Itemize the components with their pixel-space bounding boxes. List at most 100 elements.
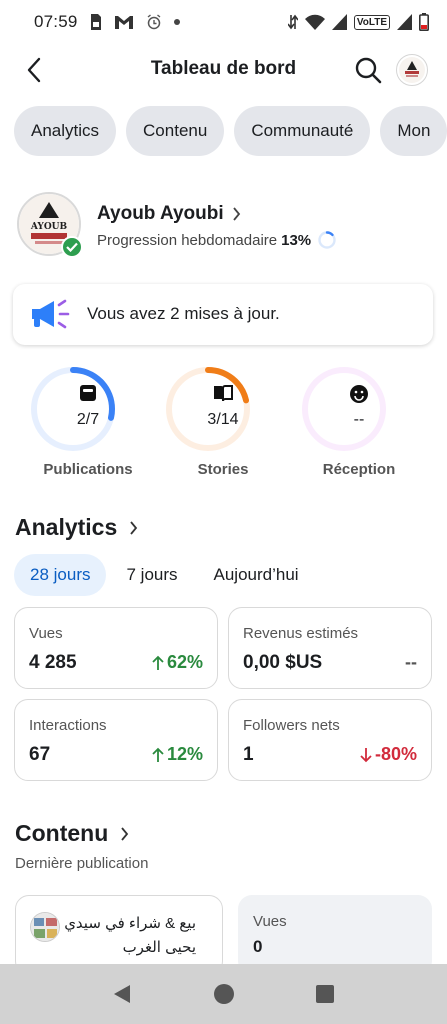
check-icon [66, 242, 78, 252]
metric-card-views[interactable]: Vues 4 285 62% [14, 607, 218, 689]
ring-stories[interactable]: 3/14 Stories [148, 364, 298, 484]
metric-change: 62% [152, 652, 203, 673]
status-time: 07:59 [34, 12, 78, 31]
tab-communaute[interactable]: Communauté [234, 106, 371, 156]
book-icon [148, 384, 298, 402]
chevron-right-icon [232, 207, 240, 221]
document-icon [13, 384, 163, 402]
metric-card-revenue[interactable]: Revenus estimés 0,00 $US -- [228, 607, 432, 689]
metric-change-value: -- [405, 652, 417, 672]
sim-card-icon [90, 13, 102, 31]
views-label: Vues [253, 913, 287, 930]
wifi-icon [304, 14, 325, 30]
metric-change-value: 62% [166, 652, 203, 672]
range-28-days[interactable]: 28 jours [14, 554, 107, 596]
metric-card-followers[interactable]: Followers nets 1 -80% [228, 699, 432, 781]
notification-dot-icon [173, 19, 180, 25]
ring-chart [166, 367, 250, 451]
profile-summary[interactable]: AYOUB Ayoub Ayoubi Progression hebdomada… [17, 192, 437, 262]
ring-chart [31, 367, 115, 451]
metric-value: 0,00 $US [243, 652, 323, 673]
metric-change-value: -80% [374, 744, 417, 764]
content-title: Contenu [15, 820, 109, 846]
search-icon [355, 57, 382, 84]
square-recents-icon [316, 985, 334, 1003]
header: Tableau de bord [0, 44, 447, 96]
data-transfer-icon [287, 14, 298, 30]
ring-publications[interactable]: 2/7 Publications [13, 364, 163, 484]
views-value: 0 [253, 937, 263, 956]
metric-change-value: 12% [166, 744, 203, 764]
search-button[interactable] [352, 54, 384, 86]
ring-chart [302, 367, 386, 451]
ring-label: Stories [197, 461, 249, 478]
triangle-back-icon [114, 985, 130, 1003]
volte-badge: VoLTE [353, 14, 390, 30]
profile-name: Ayoub Ayoubi [97, 203, 224, 224]
date-range-tabs: 28 jours 7 jours Aujourd’hui [14, 554, 315, 596]
analytics-header[interactable]: Analytics [15, 514, 138, 541]
content-header[interactable]: Contenu [15, 820, 129, 847]
metric-value: 4 285 [29, 652, 77, 673]
progress-ring-icon [318, 231, 336, 249]
svg-text:AYOUB: AYOUB [30, 222, 68, 232]
arrow-down-icon [360, 747, 372, 762]
arrow-up-icon [152, 655, 164, 670]
smiley-icon [284, 384, 434, 404]
weekly-progress: Progression hebdomadaire 13% [97, 230, 337, 250]
metric-change: -- [405, 652, 417, 673]
signal-icon [331, 14, 347, 30]
chevron-right-icon [130, 520, 138, 535]
metric-value: 67 [29, 744, 51, 765]
post-title: بيع & شراء في سيدي يحيى الغرب [64, 915, 196, 956]
nav-home-button[interactable] [212, 982, 236, 1006]
progress-percent: 13% [281, 231, 312, 249]
metric-change: -80% [360, 744, 417, 765]
circle-home-icon [214, 984, 234, 1004]
updates-text: Vous avez 2 mises à jour. [87, 304, 280, 323]
content-subtitle: Dernière publication [15, 855, 149, 872]
megaphone-icon [29, 298, 73, 335]
progress-label: Progression hebdomadaire [97, 231, 278, 249]
status-bar: 07:59 VoLTE [0, 0, 447, 44]
analytics-title: Analytics [15, 514, 118, 540]
arrow-up-icon [152, 747, 164, 762]
ring-value: 3/14 [207, 411, 239, 428]
ring-label: Publications [43, 461, 133, 478]
post-views-card[interactable]: Vues 0 [238, 895, 432, 975]
ring-reception[interactable]: -- Réception [284, 364, 434, 484]
system-nav-bar [0, 964, 447, 1024]
ring-value: -- [353, 411, 365, 428]
tab-analytics[interactable]: Analytics [14, 106, 117, 156]
chevron-right-icon [121, 826, 129, 841]
range-today[interactable]: Aujourd’hui [198, 554, 315, 596]
metric-value: 1 [243, 744, 254, 765]
header-avatar[interactable] [396, 54, 428, 86]
alarm-icon [146, 14, 162, 30]
dashboard-tabs: Analytics Contenu Communauté Mon [14, 106, 447, 156]
nav-back-button[interactable] [110, 982, 134, 1006]
avatar-logo-icon [399, 57, 425, 83]
nav-recents-button[interactable] [313, 982, 337, 1006]
tab-contenu[interactable]: Contenu [126, 106, 225, 156]
metric-card-interactions[interactable]: Interactions 67 12% [14, 699, 218, 781]
latest-post-card[interactable]: بيع & شراء في سيدي يحيى الغرب [15, 895, 223, 975]
metric-label: Interactions [29, 717, 107, 734]
gmail-icon [114, 14, 134, 30]
ring-label: Réception [322, 461, 396, 478]
verified-badge [61, 236, 83, 258]
metric-change: 12% [152, 744, 203, 765]
range-7-days[interactable]: 7 jours [110, 554, 193, 596]
ring-value: 2/7 [76, 411, 100, 428]
metric-label: Revenus estimés [243, 625, 359, 642]
weekly-goals: 2/7 Publications 3/14 Stories -- Récepti… [0, 364, 447, 484]
profile-name-row[interactable]: Ayoub Ayoubi [97, 203, 241, 225]
status-right: VoLTE [287, 13, 429, 31]
status-left: 07:59 [34, 12, 180, 32]
signal-icon-2 [397, 14, 412, 30]
metric-label: Vues [29, 625, 63, 642]
tab-mon[interactable]: Mon [380, 106, 447, 156]
metric-label: Followers nets [243, 717, 340, 734]
battery-icon [419, 13, 429, 31]
updates-card[interactable]: Vous avez 2 mises à jour. [13, 284, 433, 345]
